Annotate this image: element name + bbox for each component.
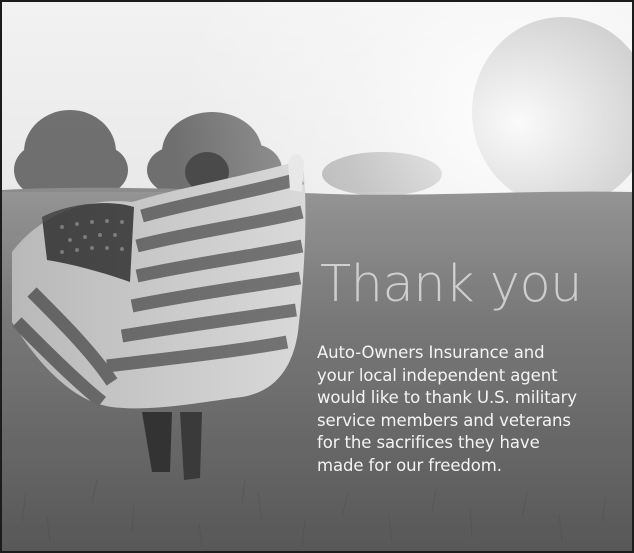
ad-frame: Thank you Auto-Owners Insurance and your… [0,0,634,553]
message-line: made for our freedom. [317,455,502,475]
message-line: for the sacrifices they have [317,433,540,452]
message-line: would like to thank U.S. military [317,388,577,407]
message-line: service members and veterans [317,410,571,430]
message-line: Auto-Owners Insurance and [317,343,545,362]
thank-you-message: Auto-Owners Insurance and your local ind… [317,342,617,477]
headline: Thank you [320,255,583,314]
message-line: your local independent agent [317,365,558,385]
